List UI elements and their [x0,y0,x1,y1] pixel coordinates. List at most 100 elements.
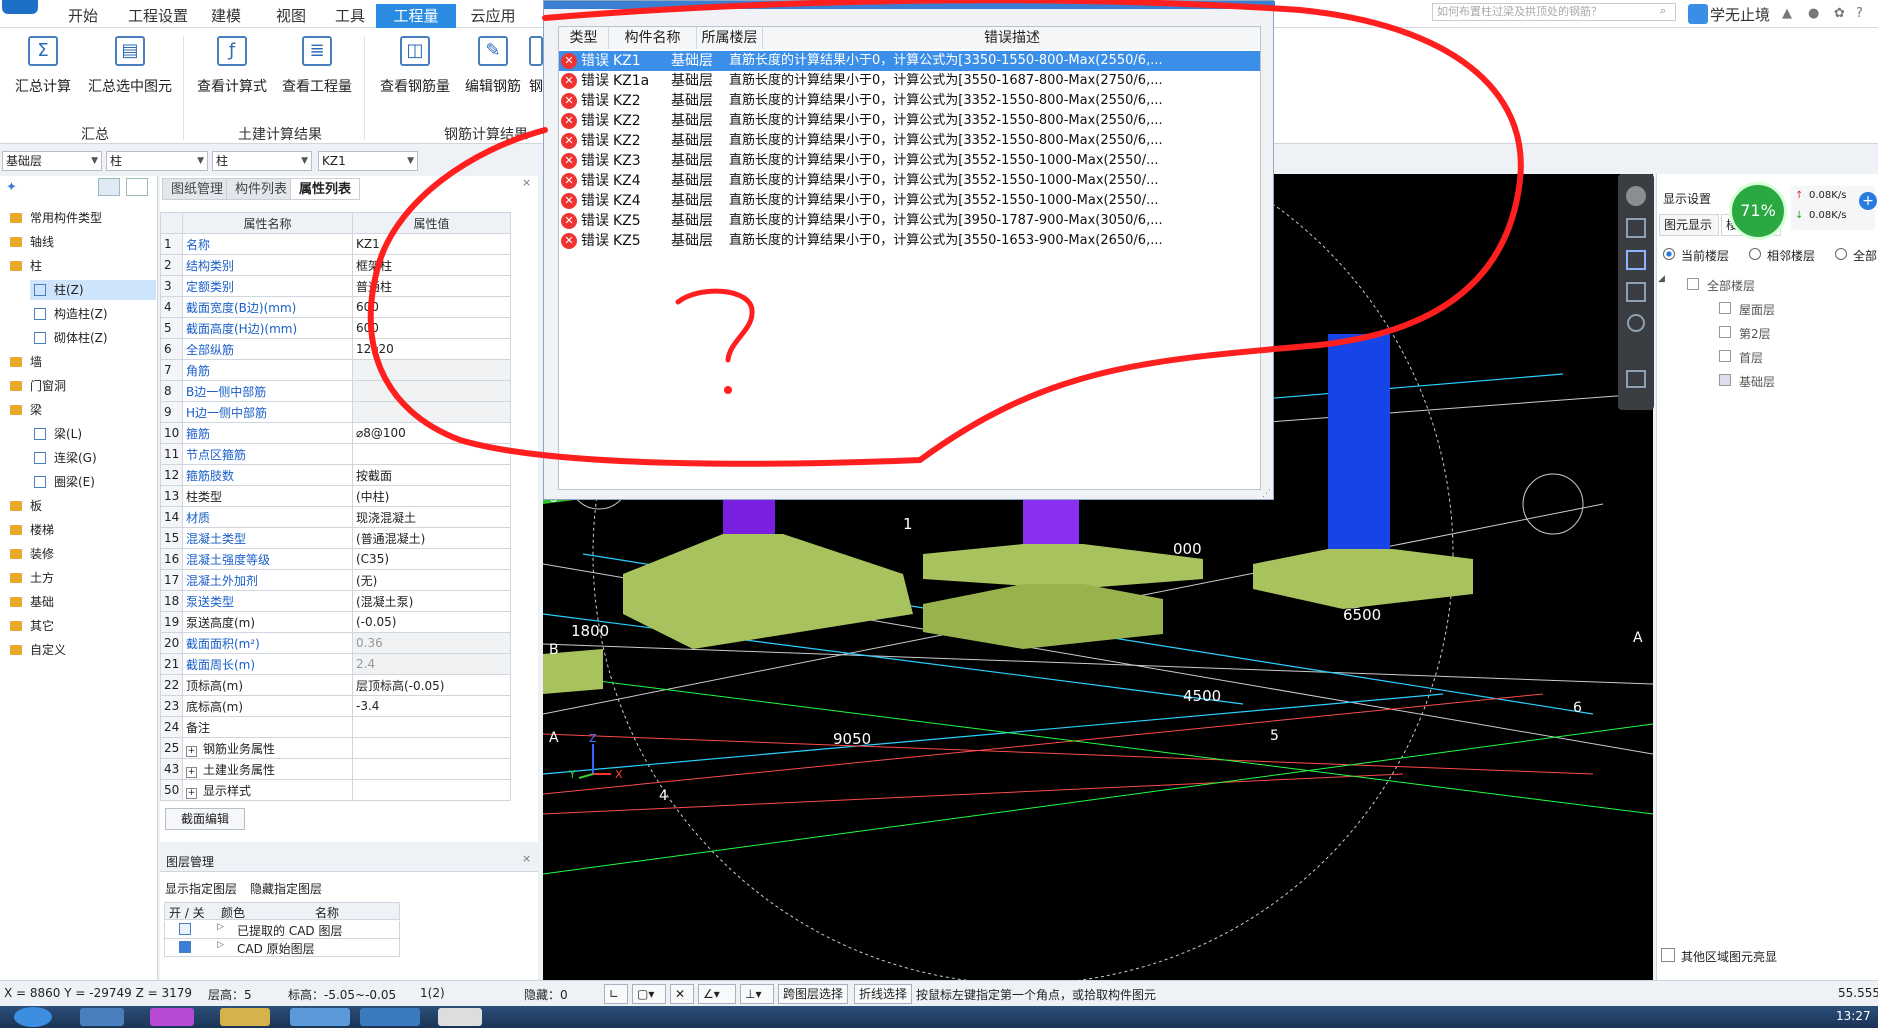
property-value[interactable]: 现浇混凝土 [352,506,511,528]
category-select[interactable]: 柱 ▼ [106,151,208,171]
table-row[interactable]: 1 名称 KZ1 [160,233,511,255]
tree-item[interactable]: 土方 [0,568,156,588]
taskbar-app-icon[interactable] [438,1008,482,1026]
layout-icon[interactable] [1626,370,1646,388]
floor-radio[interactable]: 相邻楼层 [1749,246,1833,264]
show-layer-button[interactable]: 显示指定图层 [165,880,237,897]
table-row[interactable]: 3 定额类别 普通柱 [160,275,511,297]
type-select[interactable]: 柱 ▼ [212,151,312,171]
table-row[interactable]: 6 全部纵筋 12⌀20 [160,338,511,360]
menu-item[interactable]: 开始 [58,4,108,28]
user-avatar-icon[interactable] [1688,4,1708,24]
rotate-icon[interactable] [1627,314,1645,332]
help-button[interactable]: ? [1856,6,1863,21]
property-value[interactable]: 普通柱 [352,275,511,297]
property-value[interactable]: -3.4 [352,695,511,717]
table-row[interactable]: 20 截面面积(m²) 0.36 [160,632,511,654]
error-row[interactable]: ✕ 错误 KZ5 基础层 直筋长度的计算结果小于0，计算公式为[3550-1653-90… [559,231,1260,251]
property-value[interactable]: (中柱) [352,485,511,507]
property-value[interactable]: ⌀8@100 [352,422,511,444]
table-row[interactable]: 50 + 显示样式 [160,779,511,801]
floor-radio[interactable]: 当前楼层 [1663,246,1747,264]
plus-icon[interactable]: + [1859,192,1877,210]
property-value[interactable] [352,359,511,381]
layer-row[interactable]: ▷ 已提取的 CAD 图层 [164,921,400,939]
property-value[interactable] [352,737,511,759]
property-value[interactable]: 按截面 [352,464,511,486]
section-edit-button[interactable]: 截面编辑 [165,808,245,830]
tree-item[interactable]: 其它 [0,616,156,636]
snap-icon[interactable]: ▢▾ [632,984,666,1004]
ortho-icon[interactable]: ∟ [604,984,628,1004]
cross-floor-select-button[interactable]: 跨图层选择 [778,984,849,1004]
resize-grip-icon[interactable]: ⋰ [1262,489,1271,499]
taskbar-app-icon[interactable] [360,1008,420,1026]
search-input[interactable]: 如何布置柱过梁及拱顶处的钢筋？ [1432,3,1676,21]
table-row[interactable]: 15 混凝土类型 (普通混凝土) [160,527,511,549]
menu-item[interactable]: 云应用 [462,4,524,28]
tree-item[interactable]: 门窗洞 [0,376,156,396]
property-value[interactable] [352,380,511,402]
expand-icon[interactable]: + [186,766,197,778]
error-row[interactable]: ✕ 错误 KZ4 基础层 直筋长度的计算结果小于0，计算公式为[3552-1550-10… [559,191,1260,211]
property-value[interactable]: 0.36 [352,632,511,654]
property-value[interactable]: 600 [352,317,511,339]
tree-item[interactable]: 构造柱(Z) [30,304,156,324]
menu-item[interactable]: 工具 [330,4,370,28]
table-row[interactable]: 11 节点区箍筋 [160,443,511,465]
checked-checkbox[interactable] [179,941,191,953]
property-value[interactable]: 框架柱 [352,254,511,276]
property-value[interactable] [352,716,511,738]
tree-item[interactable]: 柱 [0,256,156,276]
tree-item[interactable]: 墙 [0,352,156,372]
bell-icon[interactable]: ▲ [1782,6,1792,21]
floor-tree-item[interactable]: 全部楼层 [1687,276,1837,294]
taskbar-app-icon[interactable] [80,1008,124,1026]
floor-tree-item[interactable]: 第2层 [1719,324,1869,342]
property-value[interactable]: 600 [352,296,511,318]
checkbox[interactable] [1687,278,1699,290]
error-row[interactable]: ✕ 错误 KZ2 基础层 直筋长度的计算结果小于0，计算公式为[3352-1550-80… [559,111,1260,131]
tree-item[interactable]: 梁(L) [30,424,156,444]
checkbox[interactable] [1719,326,1731,338]
tree-item[interactable]: 梁 [0,400,156,420]
tree-item[interactable]: 砌体柱(Z) [30,328,156,348]
property-tab[interactable]: 属性列表 [290,178,361,200]
property-value[interactable] [352,758,511,780]
table-row[interactable]: 25 + 钢筋业务属性 [160,737,511,759]
layer-row[interactable]: ▷ CAD 原始图层 [164,939,400,957]
hide-layer-button[interactable]: 隐藏指定图层 [250,880,322,897]
menu-item[interactable]: 视图 [270,4,312,28]
property-value[interactable]: (普通混凝土) [352,527,511,549]
view-formula-button[interactable]: ƒ 查看计算式 [192,34,272,112]
property-value[interactable]: (-0.05) [352,611,511,633]
taskbar-app-icon[interactable] [290,1008,350,1026]
sparkle-icon[interactable]: ✦ [6,180,17,195]
menu-item[interactable]: 工程量 [376,4,456,28]
property-value[interactable]: 2.4 [352,653,511,675]
table-row[interactable]: 16 混凝土强度等级 (C35) [160,548,511,570]
menu-item[interactable]: 建模 [202,4,250,28]
tree-item[interactable]: 基础 [0,592,156,612]
view-quantity-button[interactable]: ≣ 查看工程量 [276,34,358,112]
tree-item[interactable]: 自定义 [0,640,156,660]
floor-select[interactable]: 基础层 ▼ [2,151,102,171]
expand-icon[interactable]: + [186,745,197,757]
view-3d-icon[interactable] [1626,250,1646,270]
table-row[interactable]: 9 H边一侧中部筋 [160,401,511,423]
tab-element-display[interactable]: 图元显示 [1659,214,1719,236]
property-value[interactable]: KZ1 [352,233,511,255]
checkbox[interactable] [1719,350,1731,362]
property-value[interactable]: 12⌀20 [352,338,511,360]
expand-icon[interactable]: + [186,787,197,799]
tree-item[interactable]: 楼梯 [0,520,156,540]
angle-icon[interactable]: ∠▾ [698,984,736,1004]
tree-item[interactable]: 板 [0,496,156,516]
table-row[interactable]: 12 箍筋肢数 按截面 [160,464,511,486]
summary-selected-button[interactable]: ▤ 汇总选中图元 [80,34,180,112]
table-row[interactable]: 13 柱类型 (中柱) [160,485,511,507]
error-row[interactable]: ✕ 错误 KZ4 基础层 直筋长度的计算结果小于0，计算公式为[3552-1550-10… [559,171,1260,191]
view-2d-icon[interactable] [1626,218,1646,238]
network-gauge[interactable]: 71% [1729,182,1787,240]
property-value[interactable]: (无) [352,569,511,591]
